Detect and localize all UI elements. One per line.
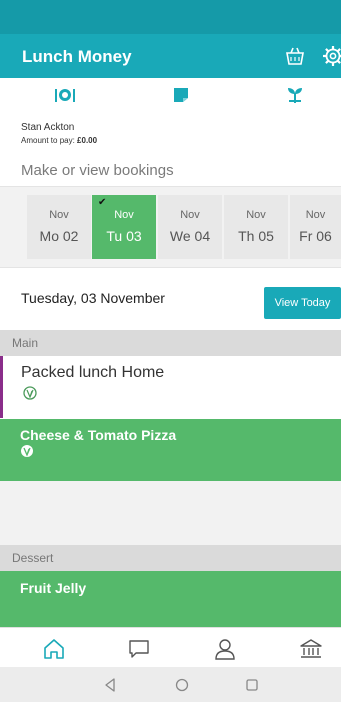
meal-option-packed-lunch[interactable]: Packed lunch Home	[0, 356, 341, 418]
app-bar: Lunch Money	[0, 34, 341, 78]
bookings-heading: Make or view bookings	[21, 162, 174, 179]
day-tu-03[interactable]: ✔ Nov Tu 03	[92, 195, 156, 259]
plant-icon[interactable]	[284, 86, 306, 104]
selected-date-heading: Tuesday, 03 November	[21, 290, 165, 306]
vegetarian-icon	[21, 445, 33, 457]
category-icons	[0, 78, 341, 112]
section-main: Main	[0, 330, 341, 356]
day-date: We 04	[169, 228, 211, 244]
day-th-05[interactable]: Nov Th 05	[224, 195, 288, 259]
home-circle-icon[interactable]	[174, 677, 190, 693]
day-month: Nov	[305, 209, 326, 221]
day-month: Nov	[180, 209, 200, 221]
empty-area	[0, 481, 341, 545]
bottom-navigation	[0, 627, 341, 667]
chat-icon[interactable]	[127, 638, 151, 660]
vegetarian-icon	[23, 386, 37, 400]
basket-icon[interactable]	[284, 46, 306, 66]
status-bar	[0, 0, 341, 34]
recents-icon[interactable]	[244, 677, 260, 693]
day-mo-02[interactable]: Nov Mo 02	[27, 195, 91, 259]
day-we-04[interactable]: Nov We 04	[158, 195, 222, 259]
meal-option-fruit-jelly[interactable]: Fruit Jelly	[0, 571, 341, 627]
day-month: Nov	[114, 209, 134, 221]
day-fr-06[interactable]: Nov Fr 06	[290, 195, 341, 259]
meal-name: Packed lunch Home	[21, 364, 165, 381]
section-dessert: Dessert	[0, 545, 341, 571]
gear-icon[interactable]	[322, 45, 341, 67]
meal-option-cheese-tomato-pizza[interactable]: Cheese & Tomato Pizza	[0, 419, 341, 481]
profile-icon[interactable]	[213, 638, 237, 660]
amount-label: Amount to pay:	[21, 136, 75, 145]
day-selector: Nov Mo 02 ✔ Nov Tu 03 Nov We 04 Nov Th 0…	[0, 186, 341, 268]
day-date: Th 05	[238, 228, 274, 244]
system-navigation-bar	[0, 667, 341, 702]
section-dessert-label: Dessert	[12, 551, 54, 565]
cutlery-plate-icon[interactable]	[54, 86, 76, 104]
view-today-button[interactable]: View Today	[264, 287, 341, 319]
back-icon[interactable]	[102, 677, 118, 693]
day-date: Tu 03	[106, 228, 142, 244]
check-icon: ✔	[98, 197, 107, 208]
user-name: Stan Ackton	[21, 122, 75, 133]
section-main-label: Main	[12, 336, 39, 350]
bank-icon[interactable]	[299, 638, 323, 660]
note-icon[interactable]	[170, 86, 192, 104]
day-date: Fr 06	[299, 228, 332, 244]
day-date: Mo 02	[39, 228, 79, 244]
day-month: Nov	[49, 209, 69, 221]
day-month: Nov	[246, 209, 266, 221]
amount-value: £0.00	[77, 136, 98, 145]
meal-name: Fruit Jelly	[20, 580, 87, 596]
meal-name: Cheese & Tomato Pizza	[20, 427, 177, 443]
home-icon[interactable]	[42, 638, 66, 660]
app-title: Lunch Money	[22, 47, 132, 66]
amount-to-pay: Amount to pay: £0.00	[21, 136, 97, 145]
